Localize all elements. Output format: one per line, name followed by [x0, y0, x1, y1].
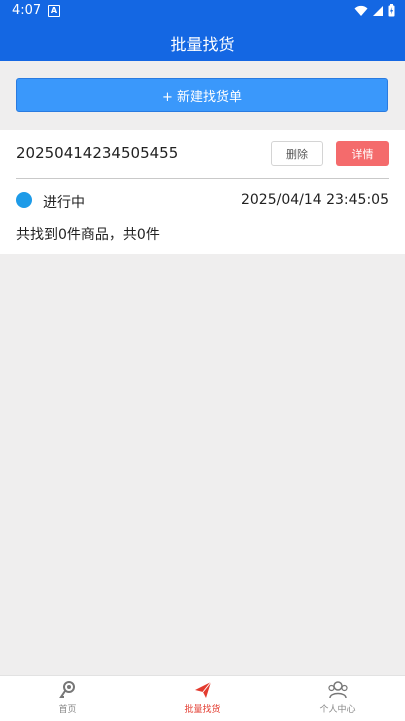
status-time: 4:07	[12, 3, 42, 18]
card-divider	[16, 178, 389, 179]
wifi-icon	[354, 5, 368, 16]
delete-button[interactable]: 删除	[271, 141, 323, 166]
a-notification-icon: A	[48, 5, 60, 17]
detail-button[interactable]: 详情	[336, 141, 389, 166]
order-card[interactable]: 20250414234505455 删除 详情 进行中 2025/04/14 2…	[0, 130, 405, 254]
battery-icon	[388, 4, 395, 17]
order-timestamp: 2025/04/14 23:45:05	[240, 192, 389, 208]
tab-home[interactable]: 首页	[0, 680, 135, 715]
tab-home-label: 首页	[58, 705, 77, 715]
order-status: 进行中	[43, 195, 85, 211]
tab-batch-find-label: 批量找货	[184, 705, 221, 715]
paper-plane-icon	[194, 681, 211, 698]
signal-icon	[373, 5, 383, 16]
user-center-icon	[327, 681, 348, 699]
tab-bar: 首页 批量找货 个人中心	[0, 675, 405, 721]
tab-user-center[interactable]: 个人中心	[270, 680, 405, 715]
app-bar: 批量找货	[0, 22, 405, 61]
order-id: 20250414234505455	[16, 144, 179, 162]
system-icons	[354, 4, 395, 17]
new-order-button[interactable]: + 新建找货单	[16, 78, 388, 112]
tab-batch-find[interactable]: 批量找货	[135, 680, 270, 715]
home-icon	[58, 681, 75, 698]
status-bar: 4:07 A	[0, 0, 405, 22]
tab-user-center-label: 个人中心	[319, 705, 356, 715]
status-dot-icon	[16, 192, 32, 208]
order-summary: 共找到0件商品，共0件	[16, 227, 160, 243]
page-title: 批量找货	[170, 35, 235, 54]
